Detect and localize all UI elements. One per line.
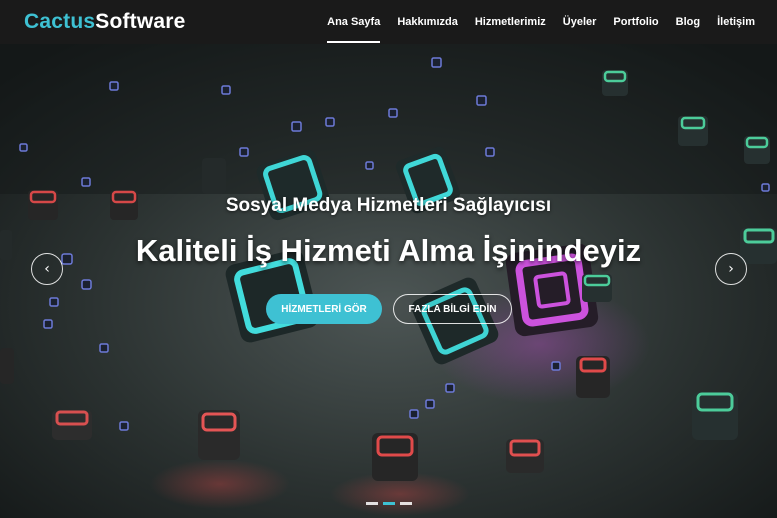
nav-item-hakkimizda[interactable]: Hakkımızda	[397, 0, 458, 44]
green-cube-4	[602, 70, 628, 96]
carousel-next-button[interactable]: ›	[715, 253, 747, 285]
carousel-indicator-3[interactable]	[399, 502, 412, 505]
red-cube-4	[52, 410, 92, 440]
green-cube-6	[582, 274, 612, 302]
hero-subtitle: Sosyal Medya Hizmetleri Sağlayıcısı	[225, 195, 552, 216]
carousel-indicator-1[interactable]	[365, 502, 378, 505]
carousel-indicator-2[interactable]	[382, 502, 395, 505]
carousel-indicators	[0, 502, 777, 505]
red-cube-8	[0, 348, 14, 384]
nav-item-ana-sayfa[interactable]: Ana Sayfa	[327, 0, 381, 44]
nav-item-portfolio[interactable]: Portfolio	[613, 0, 658, 44]
chevron-left-icon: ‹	[44, 261, 50, 277]
nav-item-blog[interactable]: Blog	[676, 0, 700, 44]
red-cube-3	[506, 439, 544, 473]
nav-menu: Ana Sayfa Hakkımızda Hizmetlerimiz Üyele…	[310, 0, 755, 44]
nav-item-hizmetlerimiz[interactable]: Hizmetlerimiz	[475, 0, 546, 44]
red-cube-2	[372, 433, 418, 481]
navbar: CactusSoftware Ana Sayfa Hakkımızda Hizm…	[0, 0, 777, 44]
green-cube-3	[678, 116, 708, 146]
nav-item-iletisim[interactable]: İletişim	[717, 0, 755, 44]
green-cube-1	[692, 392, 738, 440]
brand-accent: Cactus	[24, 10, 96, 33]
hero-carousel: Sosyal Medya Hizmetleri Sağlayıcısı Kali…	[0, 44, 777, 518]
services-button[interactable]: HİZMETLERİ GÖR	[266, 294, 382, 324]
cube-dark-2	[202, 158, 226, 194]
hero-title: Kaliteli İş Hizmeti Alma İşinindeyiz	[135, 233, 642, 268]
green-cube-5	[744, 136, 770, 164]
red-cube-1	[198, 410, 240, 460]
carousel-prev-button[interactable]: ‹	[31, 253, 63, 285]
hero-background-image	[0, 44, 777, 518]
chevron-right-icon: ›	[728, 261, 734, 277]
more-info-button[interactable]: FAZLA BİLGİ EDİN	[393, 294, 512, 324]
red-cube-5	[576, 356, 610, 398]
nav-item-uyeler[interactable]: Üyeler	[563, 0, 597, 44]
brand-logo[interactable]: CactusSoftware	[24, 10, 186, 34]
brand-rest: Software	[95, 10, 186, 33]
